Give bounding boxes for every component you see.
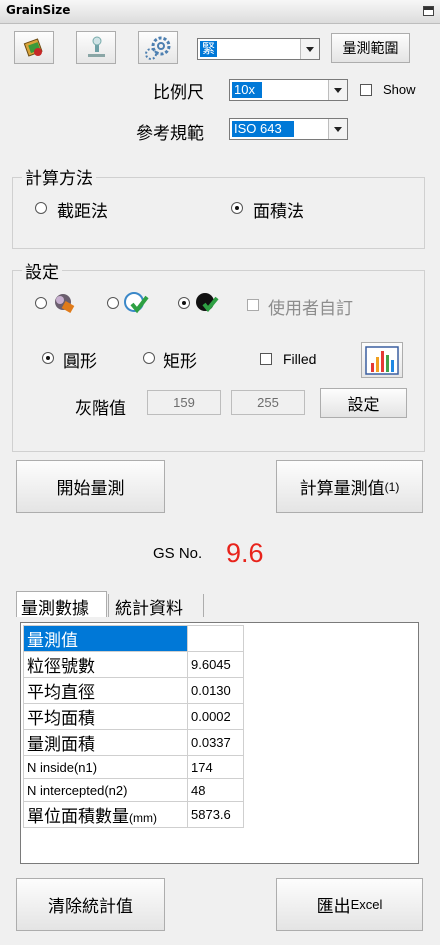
table-row[interactable]: 平均直徑 0.0130 [23, 677, 244, 704]
export-suffix: Excel [350, 897, 383, 912]
row-value: 48 [187, 778, 244, 802]
scale-label: 比例尺 [153, 83, 204, 103]
row-key-cell: 量測值 [23, 625, 188, 652]
select-fill-icon [196, 293, 219, 313]
standard-combo-value: ISO 643 [232, 121, 294, 137]
user-custom-label: 使用者自訂 [268, 299, 353, 319]
open-image-icon [23, 38, 43, 57]
row-key: N inside(n1) [27, 760, 98, 775]
filled-checkbox[interactable] [260, 353, 272, 365]
row-key-cell: N inside(n1) [23, 755, 188, 779]
row-key: 平均面積 [27, 709, 95, 729]
shape-rect-label: 矩形 [163, 352, 197, 372]
data-grid[interactable]: 量測值粒徑號數 9.6045 平均直徑 0.0130 平均面積 0.0002 量測面積 0.0… [20, 622, 419, 864]
show-label: Show [383, 82, 416, 97]
row-key-cell: N intercepted(n2) [23, 778, 188, 802]
row-value: 5873.6 [187, 801, 244, 828]
shape-radio-circle[interactable] [42, 352, 54, 364]
gray-max-field[interactable]: 255 [231, 390, 305, 415]
settings-button[interactable] [138, 31, 178, 64]
window-title: GrainSize [6, 3, 71, 17]
row-key-cell: 單位面積數量(mm) [23, 801, 188, 828]
mode-combo-value: 緊 [200, 41, 218, 57]
table-row[interactable]: N intercepted(n2) 48 [23, 778, 244, 802]
calc-measure-label: 計算量測值 [299, 479, 385, 499]
brush-dark-icon [55, 294, 75, 313]
show-checkbox[interactable] [360, 84, 372, 96]
export-excel-button[interactable]: 匯出 Excel [276, 878, 423, 931]
tab-statistics-label: 統計資料 [115, 599, 183, 619]
row-key: 單位面積數量 [27, 807, 129, 827]
table-row[interactable]: 量測值 [23, 625, 244, 652]
standard-combo[interactable]: ISO 643 [229, 118, 348, 140]
row-value: 174 [187, 755, 244, 779]
chevron-down-icon[interactable] [300, 39, 319, 59]
shape-radio-rect[interactable] [143, 352, 155, 364]
row-key-cell: 粒徑號數 [23, 651, 188, 678]
row-key-cell: 平均直徑 [23, 677, 188, 704]
chevron-down-icon[interactable] [328, 80, 347, 100]
row-key: 粒徑號數 [27, 657, 95, 677]
data-table: 量測值粒徑號數 9.6045 平均直徑 0.0130 平均面積 0.0002 量測面積 0.0… [23, 625, 244, 828]
table-row[interactable]: N inside(n1) 174 [23, 755, 244, 779]
row-key: 平均直徑 [27, 683, 95, 703]
table-row[interactable]: 量測面積 0.0337 [23, 729, 244, 756]
measure-range-button[interactable]: 量測範圍 [331, 33, 410, 63]
export-label: 匯出 [316, 897, 351, 917]
microscope-icon [88, 36, 105, 57]
row-key-cell: 量測面積 [23, 729, 188, 756]
tab-measure-data-label: 量測數據 [21, 599, 89, 619]
tab-measure-data[interactable]: 量測數據 [16, 591, 107, 619]
mode-combo[interactable]: 緊 [197, 38, 320, 60]
bar-chart-icon [365, 346, 399, 375]
open-image-button[interactable] [14, 31, 54, 64]
capture-button[interactable] [76, 31, 116, 64]
minimize-button[interactable] [423, 6, 434, 16]
settings-legend: 設定 [22, 258, 62, 283]
filled-label: Filled [283, 351, 317, 367]
calc-measure-count: (1) [384, 479, 400, 494]
gs-label: GS No. [153, 545, 203, 562]
row-value: 9.6045 [187, 651, 244, 678]
start-measure-button[interactable]: 開始量測 [16, 460, 165, 513]
row-key-unit: (mm) [129, 811, 157, 825]
table-row[interactable]: 粒徑號數 9.6045 [23, 651, 244, 678]
method-intercept-label: 截距法 [57, 202, 108, 222]
method-legend: 計算方法 [22, 164, 96, 189]
row-key: 量測值 [27, 631, 78, 651]
scale-combo[interactable]: 10x [229, 79, 348, 101]
select-check-icon [124, 292, 149, 314]
chevron-down-icon[interactable] [328, 119, 347, 139]
mode-radio-2[interactable] [107, 297, 119, 309]
row-value: 0.0002 [187, 703, 244, 730]
gray-min-field[interactable]: 159 [147, 390, 221, 415]
tab-statistics[interactable]: 統計資料 [108, 594, 204, 619]
histogram-button[interactable] [361, 342, 403, 378]
table-row[interactable]: 平均面積 0.0002 [23, 703, 244, 730]
method-area-label: 面積法 [253, 202, 304, 222]
method-radio-area[interactable] [231, 202, 243, 214]
row-key: 量測面積 [27, 735, 95, 755]
scale-combo-value: 10x [232, 82, 262, 98]
user-custom-checkbox[interactable] [247, 299, 259, 311]
row-value: 0.0130 [187, 677, 244, 704]
calc-measure-button[interactable]: 計算量測值 (1) [276, 460, 423, 513]
row-key: N intercepted(n2) [27, 783, 128, 798]
method-radio-intercept[interactable] [35, 202, 47, 214]
row-value: 0.0337 [187, 729, 244, 756]
gs-value: 9.6 [226, 538, 264, 568]
gray-label: 灰階值 [75, 399, 126, 419]
row-value [187, 625, 244, 652]
shape-circle-label: 圓形 [63, 352, 97, 372]
clear-stats-button[interactable]: 清除統計值 [16, 878, 165, 931]
title-bar: GrainSize [0, 0, 440, 24]
standard-label: 參考規範 [136, 124, 204, 144]
set-button[interactable]: 設定 [320, 388, 407, 418]
mode-radio-3[interactable] [178, 297, 190, 309]
row-key-cell: 平均面積 [23, 703, 188, 730]
table-row[interactable]: 單位面積數量(mm) 5873.6 [23, 801, 244, 828]
gear-icon [145, 36, 171, 60]
mode-radio-1[interactable] [35, 297, 47, 309]
